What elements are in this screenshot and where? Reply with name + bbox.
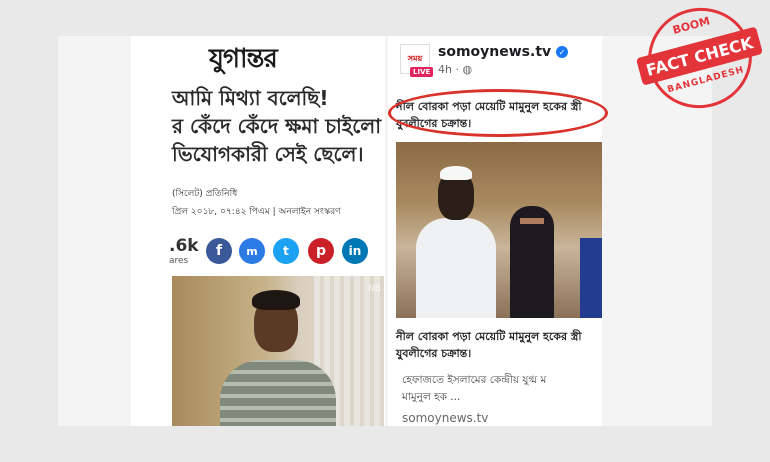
link-title-line: যুবলীগের চক্রান্ত। <box>396 347 472 360</box>
fact-check-stamp: BOOM FACT CHECK BANGLADESH <box>629 0 770 122</box>
link-preview-title[interactable]: নীল বোরকা পড়া মেয়েটি মামুনুল হকের স্ত্… <box>396 328 602 362</box>
globe-icon: ◍ <box>462 63 473 76</box>
messenger-share-icon[interactable]: m <box>239 238 265 264</box>
article-photo: NB <box>172 276 384 426</box>
post-time: 4h · ◍ <box>438 63 472 76</box>
live-badge: LIVE <box>410 67 434 77</box>
dateline: প্রিল ২০১৮, ০৭:৪২ পিএম | অনলাইন সংস্করণ <box>172 207 341 217</box>
link-preview-domain[interactable]: somoynews.tv <box>402 411 488 425</box>
highlight-circle <box>388 89 608 137</box>
person-in-blue <box>580 238 602 318</box>
share-count: .6k <box>169 236 199 256</box>
pinterest-share-icon[interactable]: p <box>308 238 334 264</box>
linkedin-share-icon[interactable]: in <box>342 238 368 264</box>
link-desc-line: মামুনুল হক ... <box>402 391 461 403</box>
post-time-text: 4h · <box>438 63 463 76</box>
man-cap <box>440 166 472 180</box>
link-desc-line: হেফাজতে ইসলামের কেন্দ্রীয় যুগ্ম ম <box>402 374 547 386</box>
headline-line: র কেঁদে কেঁদে ক্ষমা চাইলো <box>172 114 381 138</box>
share-label: ares <box>169 256 189 266</box>
photo-watermark: NB <box>368 284 381 294</box>
byline: (সিলেট) প্রতিনিধি <box>172 189 238 199</box>
person-shirt <box>220 360 336 426</box>
jugantor-article-screenshot: যুগান্তর আমি মিথ্যা বলেছি! র কেঁদে কেঁদে… <box>131 36 385 426</box>
post-photo[interactable] <box>396 142 602 318</box>
facebook-share-icon[interactable]: f <box>206 238 232 264</box>
person-hair <box>252 290 300 310</box>
headline-line: ভিযোগকারী সেই ছেলে। <box>172 142 364 166</box>
twitter-share-icon[interactable]: t <box>273 238 299 264</box>
newspaper-masthead: যুগান্তর <box>209 44 278 74</box>
article-headline: আমি মিথ্যা বলেছি! র কেঁদে কেঁদে ক্ষমা চা… <box>172 84 385 168</box>
man-robe <box>416 218 496 318</box>
headline-line: আমি মিথ্যা বলেছি! <box>172 86 329 110</box>
link-preview-description: হেফাজতে ইসলামের কেন্দ্রীয় যুগ্ম ম মামুন… <box>402 372 602 406</box>
link-title-line: নীল বোরকা পড়া মেয়েটি মামুনুল হকের স্ত্… <box>396 330 582 343</box>
page-name[interactable]: somoynews.tv <box>438 44 551 60</box>
verified-icon: ✓ <box>556 46 568 58</box>
woman-eyes <box>520 218 544 224</box>
